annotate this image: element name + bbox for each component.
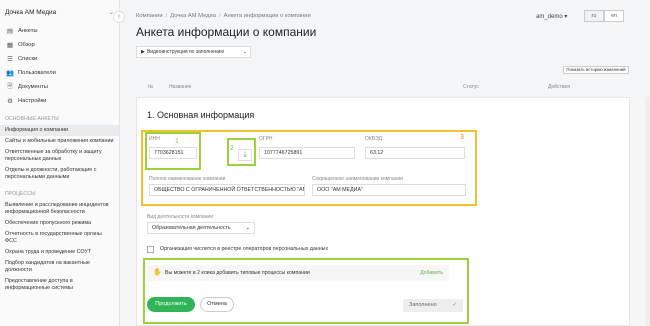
grid-icon: ▦ xyxy=(6,42,14,49)
inn-label: ИНН xyxy=(149,136,160,142)
ogrn-field[interactable]: 1077746725891 xyxy=(259,147,355,159)
full-name-label: Полное наименование компании xyxy=(149,176,226,182)
okved-label: ОКВЭД xyxy=(365,136,382,142)
sidebar-subitem-is-access[interactable]: Предоставление доступа в информационные … xyxy=(0,276,119,294)
ogrn-label: ОГРН xyxy=(259,136,273,142)
section-title-main-forms: ОСНОВНЫЕ АНКЕТЫ xyxy=(5,116,59,122)
continue-button[interactable]: Продолжить xyxy=(147,297,195,312)
sidebar-item-settings[interactable]: ⚙ Настройки xyxy=(0,94,119,108)
org-switcher[interactable]: Дочка АМ Медиа ⌄ xyxy=(0,0,119,24)
user-name: am_demo xyxy=(536,14,563,20)
activity-label: Вид деятельности компании xyxy=(147,214,214,220)
chevron-down-icon: ⌄ xyxy=(242,49,247,55)
promo-text: Вы можете в 2 клика добавить типовые про… xyxy=(165,270,310,276)
main-content: Компании / Дочка АМ Медиа / Анкета информаци… xyxy=(132,0,650,326)
section-title-processes: ПРОЦЕССЫ xyxy=(5,191,36,197)
sidebar-subitem-departments[interactable]: Отделы и должности, работающие с персона… xyxy=(0,165,119,183)
promo-banner: ✋ Вы можете в 2 клика добавить типовые п… xyxy=(147,265,449,281)
sidebar: Дочка АМ Медиа ⌄ ▤ Анкеты ▦ Обзор ☰ Списки … xyxy=(0,0,120,326)
chevron-down-icon: ⌄ xyxy=(245,225,250,231)
sidebar-item-documents[interactable]: 🗎 Документы xyxy=(0,80,119,94)
video-icon: ▶ xyxy=(141,49,145,55)
sidebar-item-label: Настройки xyxy=(18,98,47,104)
promo-add-link[interactable]: Добавить xyxy=(420,270,443,276)
doc-icon: ▤ xyxy=(6,28,14,35)
list-icon: ☰ xyxy=(7,56,13,63)
filled-status: Заполнено ✓ xyxy=(403,299,463,312)
scrollbar[interactable] xyxy=(645,97,650,326)
section-title: 1. Основная информация xyxy=(147,110,255,120)
col-name: Название xyxy=(169,84,192,90)
sidebar-subitem-labor-safety[interactable]: Охрана труда и проведение СОУТ xyxy=(0,247,119,258)
sidebar-item-label: Документы xyxy=(18,84,48,90)
sidebar-subitem-company-info[interactable]: Информация о компании xyxy=(0,125,119,136)
activity-value: Образовательная деятельность xyxy=(152,225,231,231)
col-status: Статус xyxy=(463,84,479,90)
okved-field[interactable]: 63.12 xyxy=(365,147,465,159)
page-title: Анкета информации о компании xyxy=(136,25,317,39)
breadcrumb-separator: / xyxy=(219,13,221,19)
form-card: 1. Основная информация 3 1 ИНН 770362815… xyxy=(136,97,630,326)
language-switcher: ru en xyxy=(584,10,624,22)
short-name-field[interactable]: ООО "АМ МЕДИА" xyxy=(312,184,466,196)
collapse-sidebar-button[interactable]: ‹ xyxy=(113,11,125,23)
user-menu[interactable]: am_demo ▾ xyxy=(536,13,567,20)
sidebar-subitem-reporting[interactable]: Отчетность в государственные органы ФСС xyxy=(0,229,119,247)
sidebar-subitem-access-control[interactable]: Обеспечение пропускного режима xyxy=(0,218,119,229)
breadcrumb-company[interactable]: Дочка АМ Медиа xyxy=(170,13,216,19)
sidebar-item-label: Пользователи xyxy=(18,70,56,76)
activity-select[interactable]: Образовательная деятельность ⌄ xyxy=(147,222,255,234)
annotation-2: 2 xyxy=(230,145,234,152)
inn-field[interactable]: 7703628151 xyxy=(149,147,197,159)
breadcrumb: Компании / Дочка АМ Медиа / Анкета информаци… xyxy=(136,13,311,19)
hand-icon: ✋ xyxy=(153,269,162,276)
caret-down-icon: ▾ xyxy=(564,14,568,20)
download-icon[interactable]: ⤓ xyxy=(238,149,252,161)
gear-icon: ⚙ xyxy=(7,98,13,105)
sidebar-subitem-incidents[interactable]: Выявление и расследование инцидентов инф… xyxy=(0,200,119,218)
col-actions: Действия xyxy=(548,84,570,90)
show-history-button[interactable]: Показать историю изменений xyxy=(563,66,629,74)
video-instruction-label: Видеоинструкция по заполнению xyxy=(146,49,225,55)
sidebar-item-overview[interactable]: ▦ Обзор xyxy=(0,38,119,52)
cancel-button[interactable]: Отмена xyxy=(200,297,234,312)
users-icon: 👥 xyxy=(5,70,15,77)
check-icon: ✓ xyxy=(452,302,457,308)
full-name-field[interactable]: ОБЩЕСТВО С ОГРАНИЧЕННОЙ ОТВЕТСТВЕННОСТЬЮ… xyxy=(149,184,305,196)
breadcrumb-companies[interactable]: Компании xyxy=(136,13,163,19)
lang-ru-button[interactable]: ru xyxy=(584,10,604,22)
document-icon: 🗎 xyxy=(7,82,13,90)
sidebar-item-label: Обзор xyxy=(18,42,35,48)
breadcrumb-separator: / xyxy=(165,13,168,19)
col-number: № xyxy=(148,84,154,90)
sidebar-subitem-responsible[interactable]: Ответственные за обработку и защиту перс… xyxy=(0,147,119,165)
annotation-3: 3 xyxy=(460,134,464,141)
registry-checkbox[interactable] xyxy=(147,246,154,253)
lang-en-button[interactable]: en xyxy=(604,10,624,22)
short-name-label: Сокращенное наименование компании xyxy=(312,176,403,182)
registry-checkbox-label: Организация числится в реестре операторо… xyxy=(160,246,329,252)
sidebar-item-forms[interactable]: ▤ Анкеты xyxy=(0,24,119,38)
annotation-1: 1 xyxy=(175,138,179,145)
video-instruction-select[interactable]: ▶ Видеоинструкция по заполнению ⌄ xyxy=(136,46,251,58)
sidebar-item-label: Анкеты xyxy=(18,28,38,34)
sidebar-subitem-sites[interactable]: Сайты и мобильные приложения компании xyxy=(0,136,119,147)
breadcrumb-current: Анкета информации о компании xyxy=(223,13,311,19)
org-name: Дочка АМ Медиа xyxy=(5,8,57,16)
filled-status-label: Заполнено xyxy=(409,302,437,308)
sidebar-item-users[interactable]: 👥 Пользователи xyxy=(0,66,119,80)
sidebar-subitem-recruiting[interactable]: Подбор кандидатов на вакантные должности xyxy=(0,258,119,276)
sidebar-item-lists[interactable]: ☰ Списки xyxy=(0,52,119,66)
sidebar-item-label: Списки xyxy=(18,56,38,62)
